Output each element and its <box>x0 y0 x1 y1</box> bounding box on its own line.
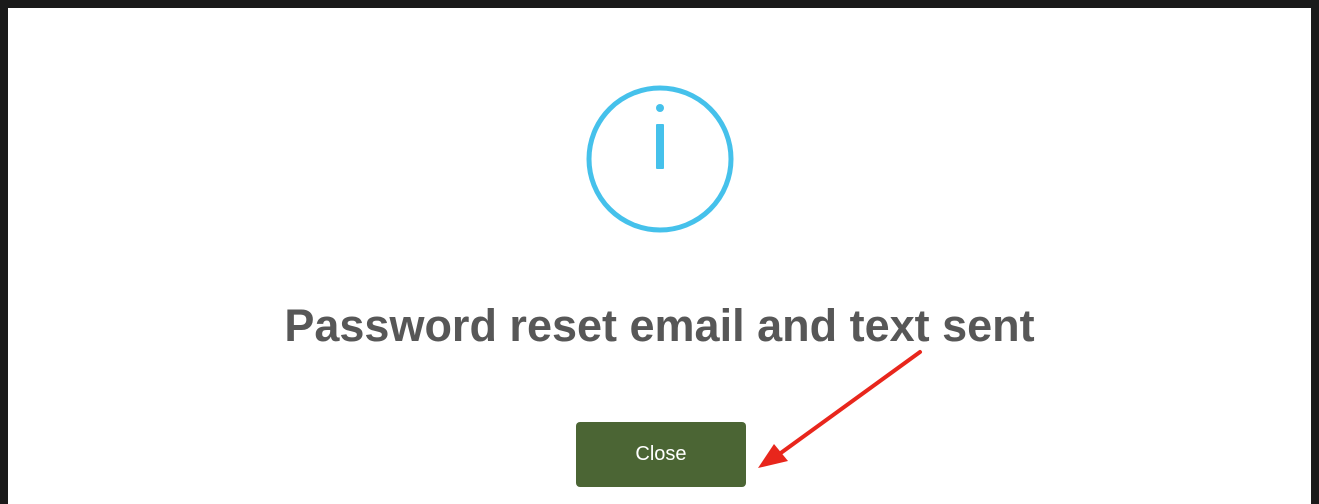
password-reset-dialog: Password reset email and text sent Close <box>0 0 1319 504</box>
info-icon <box>586 85 734 233</box>
dialog-title: Password reset email and text sent <box>284 300 1035 351</box>
close-button[interactable]: Close <box>576 422 746 487</box>
